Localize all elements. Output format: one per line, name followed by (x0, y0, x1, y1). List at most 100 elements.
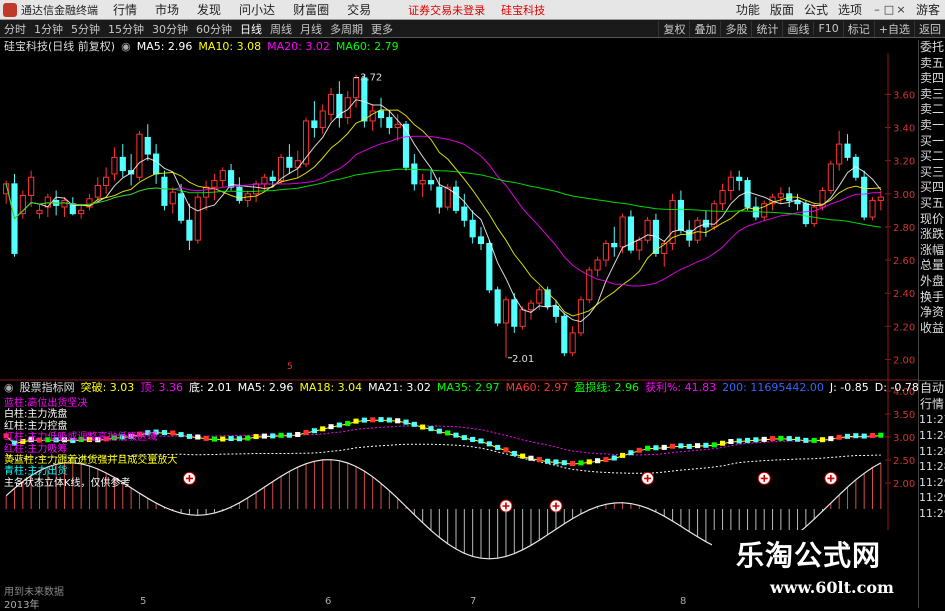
settings-icon[interactable]: ◉ (121, 40, 131, 53)
menu-market[interactable]: 行情 (104, 1, 146, 18)
candle-body (186, 219, 193, 241)
price-tick-label: 2.00 (893, 355, 915, 366)
menu-assistant[interactable]: 问小达 (230, 1, 284, 18)
indicator-bar (311, 428, 317, 434)
indicator-bar (536, 457, 542, 463)
indicator-bar (361, 417, 367, 423)
side-quote[interactable]: 行情 (919, 397, 945, 413)
date-label: 7 (470, 596, 477, 607)
candle-body (677, 199, 684, 231)
tool-overlay[interactable]: 叠加 (689, 20, 720, 37)
period-daily[interactable]: 日线 (236, 21, 266, 37)
menu-trade[interactable]: 交易 (338, 1, 380, 18)
indicator-bar (636, 447, 642, 453)
indicator-bar (711, 442, 717, 448)
indicator-bar (520, 453, 526, 459)
menu-layout[interactable]: 版面 (765, 1, 799, 18)
side-item: 买二 (919, 149, 944, 164)
indicator-title-bar: ◉ 股票指标网 突破: 3.03 顶: 3.36 底: 2.01 MA5: 2.… (0, 379, 925, 395)
watermark-url: www.60lt.com (770, 578, 894, 597)
tool-add-watchlist[interactable]: +自选 (873, 20, 914, 37)
side-time: 11:29 (919, 491, 945, 505)
tool-f10[interactable]: F10 (813, 22, 842, 35)
period-15min[interactable]: 15分钟 (104, 21, 148, 37)
indicator-value: 底: 2.01 (189, 381, 232, 394)
menu-discover[interactable]: 发现 (188, 1, 230, 18)
indicator-bar (495, 444, 501, 450)
chart-stock-title: 硅宝科技(日线 前复权) (4, 40, 116, 53)
app-title: 通达信金融终端 (21, 3, 98, 17)
tool-draw[interactable]: 画线 (782, 20, 813, 37)
menu-function[interactable]: 功能 (731, 1, 765, 18)
tool-multi-stock[interactable]: 多股 (720, 20, 751, 37)
candle-body (602, 242, 610, 261)
indicator-bar (628, 450, 634, 456)
candle-body (877, 196, 884, 201)
indicator-settings-icon[interactable]: ◉ (4, 381, 14, 394)
indicator-bar (653, 445, 659, 451)
main-chart-title: 硅宝科技(日线 前复权) ◉ MA5: 2.96 MA10: 3.08 MA20… (0, 39, 405, 54)
period-more[interactable]: 更多 (367, 21, 397, 37)
candle-body (361, 77, 368, 122)
indicator-name[interactable]: 股票指标网 (20, 379, 75, 395)
period-weekly[interactable]: 周线 (266, 21, 296, 37)
period-60min[interactable]: 60分钟 (192, 21, 236, 37)
login-notice[interactable]: 证券交易未登录 (408, 2, 485, 18)
close-icon[interactable]: × (895, 3, 907, 16)
candle-body (869, 199, 876, 218)
ma-lines-group (5, 77, 882, 359)
side-item: 外盘 (919, 273, 944, 288)
side-item: 换手 (919, 289, 944, 304)
minimize-icon[interactable]: – (871, 3, 883, 16)
side-item[interactable]: 委托 (919, 40, 945, 56)
legend-line: 红柱:主力吸筹 (4, 443, 68, 455)
indicator-value: D: -0.78 (874, 380, 919, 394)
kline-chart[interactable]: 3.603.403.203.002.802.602.402.202.004.00… (0, 53, 918, 596)
period-monthly[interactable]: 月线 (296, 21, 326, 37)
period-30min[interactable]: 30分钟 (148, 21, 192, 37)
indicator-bar (761, 436, 767, 442)
menu-wealth[interactable]: 财富圈 (284, 1, 338, 18)
menu-formula[interactable]: 公式 (799, 1, 833, 18)
maximize-icon[interactable]: □ (883, 3, 895, 16)
indicator-bar (195, 434, 201, 440)
indicator-bar (803, 437, 809, 443)
indicator-bar (228, 436, 234, 442)
side-item: 涨跌 (919, 227, 944, 242)
indicator-bar (295, 432, 301, 438)
date-label: 6 (325, 596, 332, 607)
indicator-bar (703, 442, 709, 448)
period-1min[interactable]: 1分钟 (30, 21, 67, 37)
indicator-bar (669, 443, 676, 449)
menu-options[interactable]: 选项 (833, 1, 867, 18)
indicator-bar (178, 432, 184, 438)
legend-line: 白柱:主力洗盘 (4, 409, 68, 421)
candle-body (61, 199, 68, 208)
indicator-bar (645, 445, 651, 451)
indicator-bar (286, 432, 292, 438)
indicator-bar (320, 426, 326, 432)
period-intraday[interactable]: 分时 (0, 21, 30, 37)
side-auto[interactable]: 自动 (919, 381, 945, 397)
indicator-bar (278, 432, 284, 438)
tool-adjust[interactable]: 复权 (658, 20, 689, 37)
indicator-bar (511, 450, 517, 456)
indicator-bar (420, 424, 426, 430)
period-multi[interactable]: 多周期 (326, 21, 367, 37)
candle-body (627, 216, 635, 251)
tool-back[interactable]: 返回 (914, 20, 945, 37)
indicator-bar (403, 419, 409, 425)
indicator-legend: 蓝柱:高位出货坚决 白柱:主力洗盘 红柱:主力控盘 红柱:主力低吸或调整高抛低吸… (4, 398, 177, 489)
indicator-bar (869, 432, 876, 438)
indicator-bar (503, 447, 509, 453)
candle-body (386, 117, 393, 129)
user-label[interactable]: 游客 (911, 1, 945, 18)
indicator-value: 盈损线: 2.96 (574, 381, 640, 394)
candle-body (111, 156, 118, 175)
menu-exchange[interactable]: 市场 (146, 1, 188, 18)
candle-body (644, 219, 651, 241)
tool-stats[interactable]: 统计 (751, 20, 782, 37)
period-5min[interactable]: 5分钟 (67, 21, 104, 37)
indicator-bar (211, 436, 218, 442)
tool-mark[interactable]: 标记 (842, 20, 874, 37)
